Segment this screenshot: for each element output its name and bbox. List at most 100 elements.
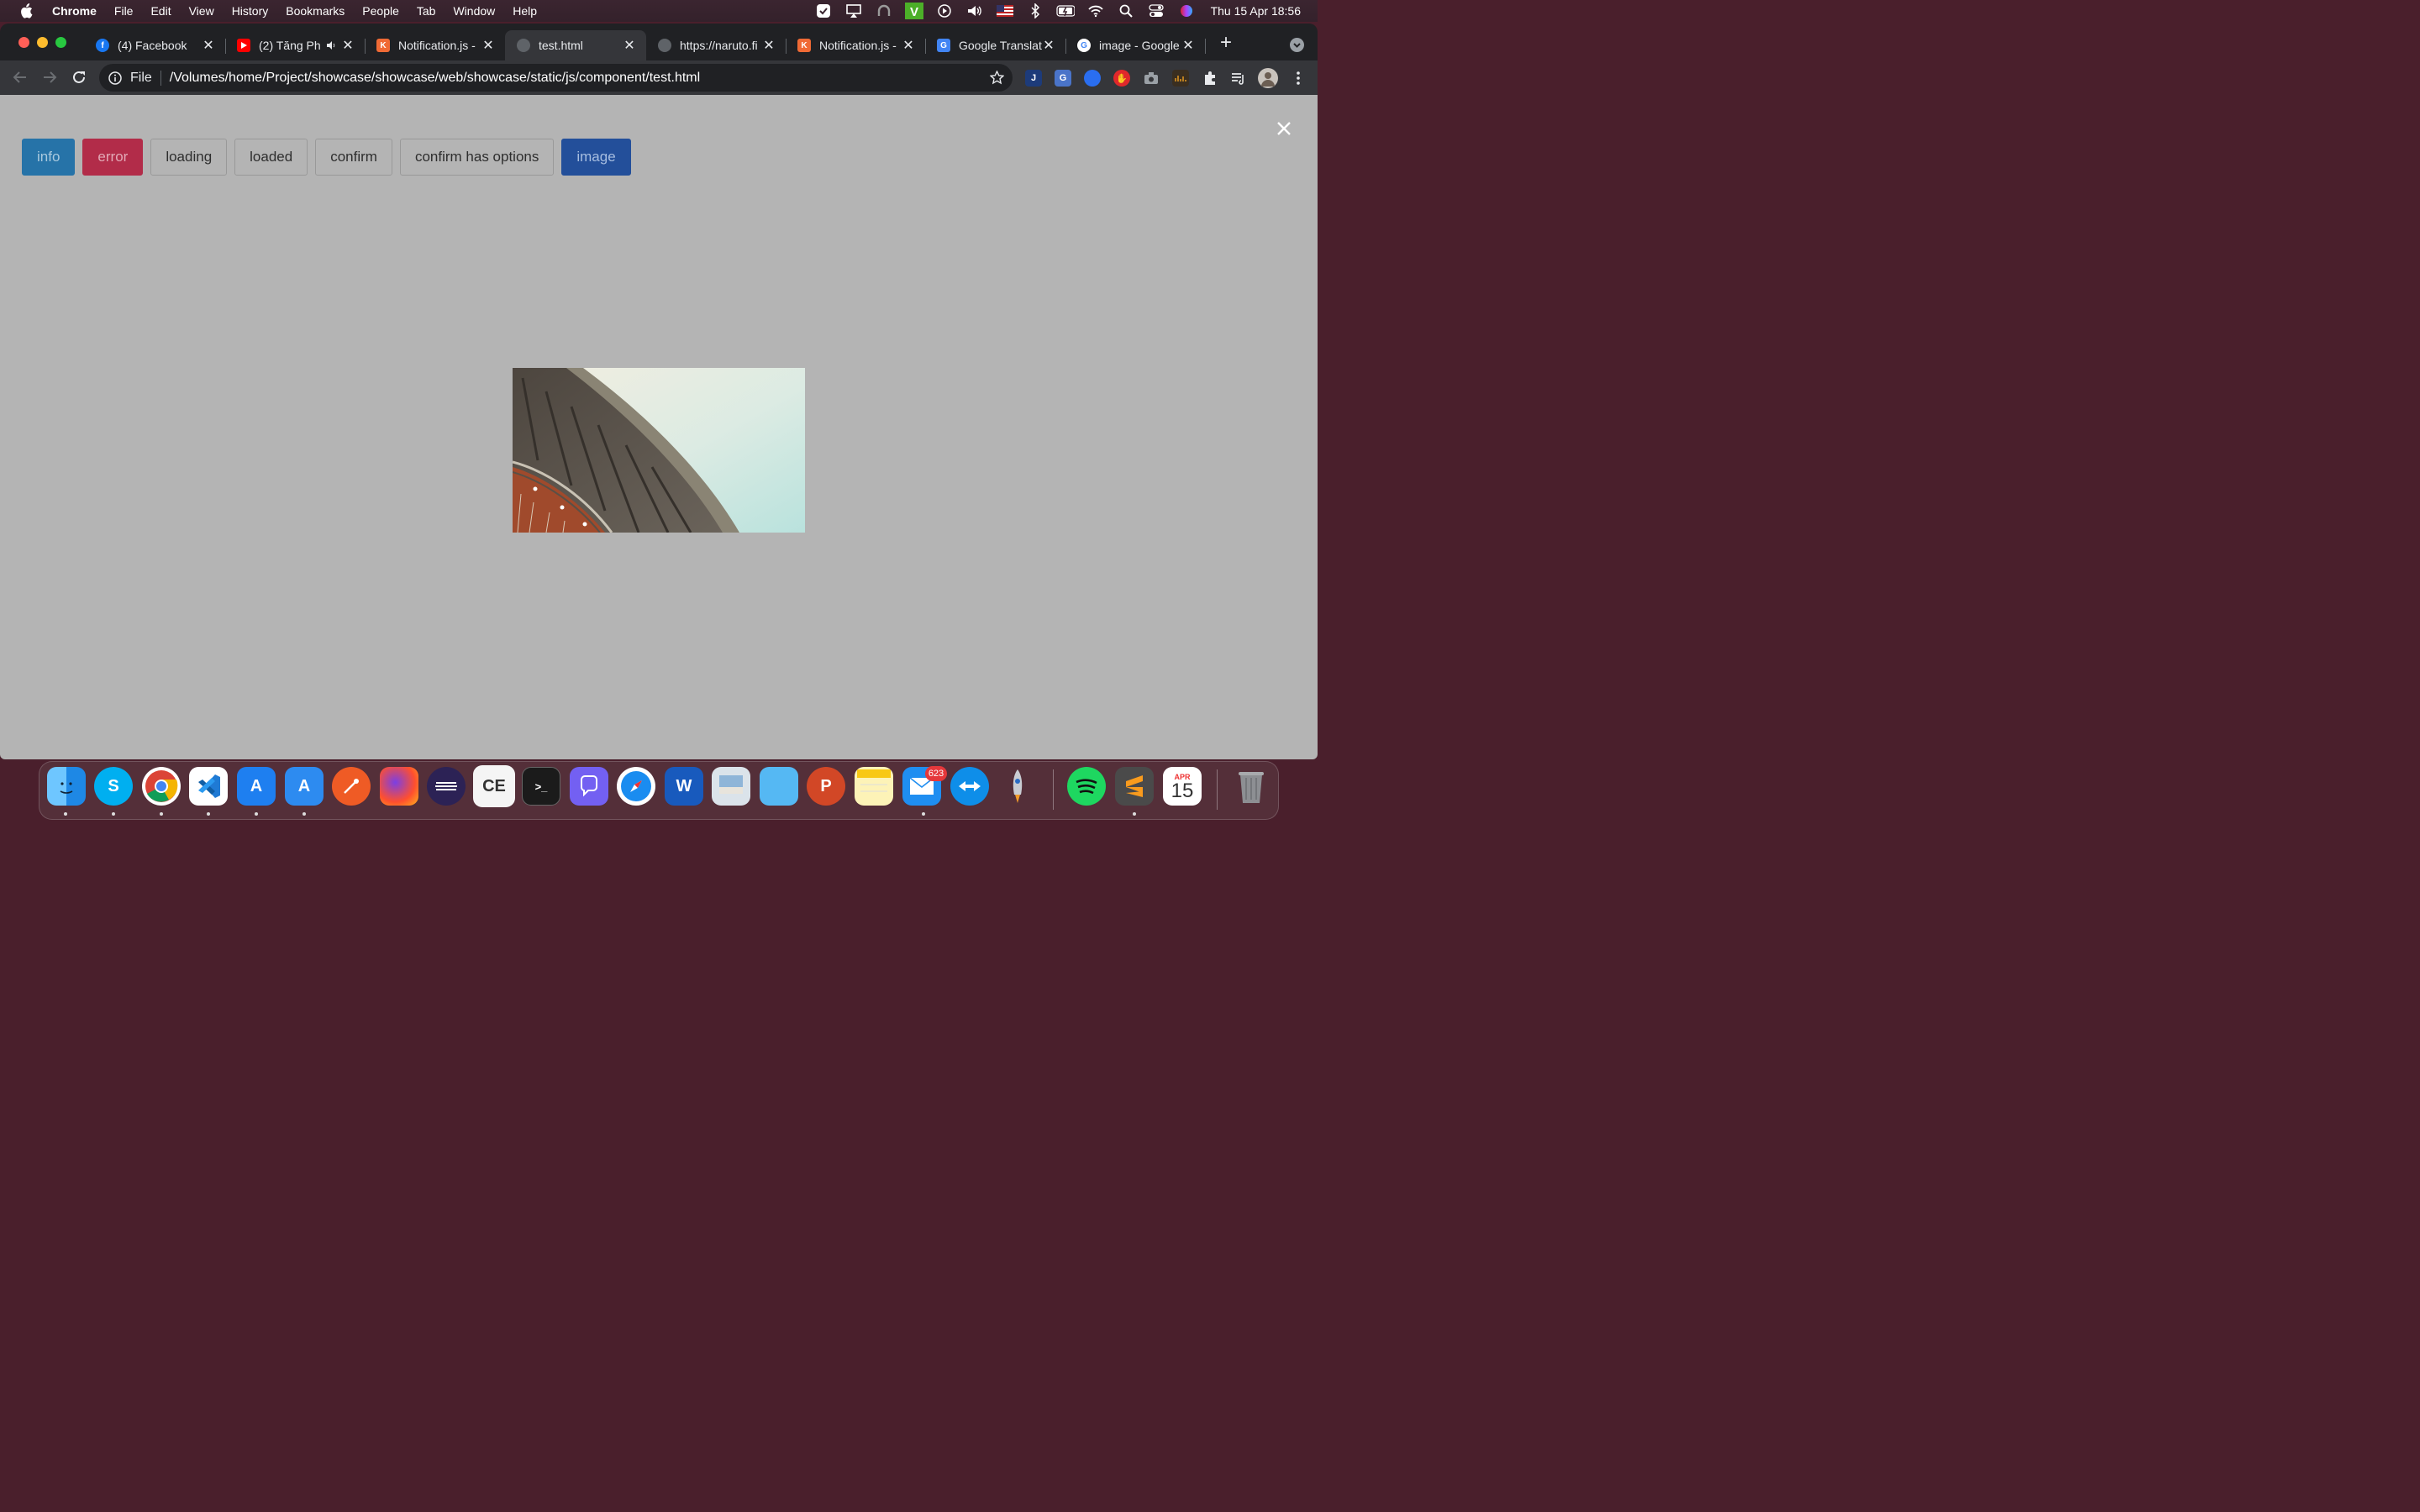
dock-finder[interactable] <box>47 767 86 806</box>
camera-extension-icon[interactable] <box>1143 70 1160 87</box>
dock-firefox[interactable] <box>380 767 418 806</box>
wifi-icon[interactable] <box>1086 3 1105 18</box>
tab-youtube[interactable]: (2) Tăng Ph ✕ <box>225 30 365 60</box>
play-icon[interactable] <box>935 3 954 18</box>
dock-chrome[interactable] <box>142 767 181 806</box>
dock-spotify[interactable] <box>1067 767 1106 806</box>
dock-safari[interactable] <box>617 767 655 806</box>
menu-file[interactable]: File <box>114 4 134 18</box>
dark-extension-icon[interactable] <box>1172 70 1189 87</box>
dock-files[interactable] <box>760 767 798 806</box>
dock-powerpoint[interactable]: P <box>807 767 845 806</box>
us-flag-icon[interactable] <box>996 3 1014 18</box>
confirm-button[interactable]: confirm <box>315 139 392 176</box>
close-window-button[interactable] <box>18 37 29 48</box>
menu-tab[interactable]: Tab <box>417 4 436 18</box>
dock-teamviewer[interactable] <box>950 767 989 806</box>
dock-rocket[interactable] <box>998 767 1037 806</box>
tab-google-image[interactable]: G image - Google ✕ <box>1065 30 1205 60</box>
svg-text:V: V <box>910 5 918 19</box>
dock-eclipse[interactable] <box>427 767 466 806</box>
close-icon[interactable]: ✕ <box>1181 37 1195 54</box>
dock-viber[interactable] <box>570 767 608 806</box>
close-icon[interactable]: ✕ <box>1042 37 1055 54</box>
back-icon[interactable] <box>12 69 29 86</box>
dock-xcode[interactable]: A <box>237 767 276 806</box>
dock-preview[interactable] <box>712 767 750 806</box>
close-icon[interactable]: ✕ <box>481 37 495 54</box>
info-button[interactable]: info <box>22 139 76 176</box>
apple-icon[interactable] <box>18 3 34 18</box>
new-tab-button[interactable]: + <box>1217 33 1235 53</box>
loaded-button[interactable]: loaded <box>234 139 308 176</box>
control-center-icon[interactable] <box>1147 3 1165 18</box>
status-tray: V Thu 15 Apr 18:56 <box>814 0 1318 22</box>
tab-search-button[interactable] <box>1290 38 1304 52</box>
minimize-window-button[interactable] <box>37 37 48 48</box>
close-icon[interactable]: ✕ <box>623 37 636 54</box>
menu-help[interactable]: Help <box>513 4 537 18</box>
vpn-extension-icon[interactable] <box>1084 70 1101 87</box>
loading-button[interactable]: loading <box>150 139 228 176</box>
siri-icon[interactable] <box>1177 3 1196 18</box>
preview-image <box>513 368 805 533</box>
bookmark-star-icon[interactable] <box>989 70 1005 85</box>
audio-playing-icon[interactable] <box>326 40 338 50</box>
dock-sublime-text[interactable] <box>1115 767 1154 806</box>
menu-bookmarks[interactable]: Bookmarks <box>286 4 345 18</box>
battery-icon[interactable] <box>1055 3 1075 18</box>
close-icon[interactable]: ✕ <box>341 37 355 54</box>
tab-notificationjs-2[interactable]: K Notification.js - ✕ <box>786 30 925 60</box>
dock-calendar[interactable]: APR 15 <box>1163 767 1202 806</box>
close-icon[interactable] <box>1276 120 1292 137</box>
tab-notificationjs[interactable]: K Notification.js - ✕ <box>365 30 505 60</box>
confirm-has-options-button[interactable]: confirm has options <box>399 139 555 176</box>
j-extension-icon[interactable]: J <box>1025 70 1042 87</box>
search-icon[interactable] <box>1117 3 1135 18</box>
menu-window[interactable]: Window <box>453 4 495 18</box>
more-icon[interactable] <box>1290 70 1307 87</box>
url-text[interactable]: /Volumes/home/Project/showcase/showcase/… <box>170 71 700 86</box>
dock-terminal[interactable]: >_ <box>522 767 560 806</box>
dock-postman[interactable] <box>332 767 371 806</box>
menu-edit[interactable]: Edit <box>150 4 171 18</box>
close-icon[interactable]: ✕ <box>902 37 915 54</box>
v-app-icon[interactable]: V <box>904 3 923 19</box>
google-icon: G <box>1077 39 1091 52</box>
reading-list-icon[interactable] <box>1230 70 1247 87</box>
tab-google-translate[interactable]: G Google Translat ✕ <box>925 30 1065 60</box>
dock-notes[interactable] <box>855 767 893 806</box>
dock-trash[interactable] <box>1232 767 1270 806</box>
volume-icon[interactable] <box>965 3 984 18</box>
dock-skype[interactable]: S <box>94 767 133 806</box>
reload-icon[interactable] <box>71 69 87 86</box>
menu-people[interactable]: People <box>362 4 399 18</box>
menu-history[interactable]: History <box>232 4 269 18</box>
checkmark-icon[interactable] <box>814 3 833 18</box>
site-info-icon[interactable] <box>108 71 122 85</box>
dock-cheat-engine[interactable]: CE <box>473 765 515 807</box>
dock-word[interactable]: W <box>665 767 703 806</box>
tab-test-html[interactable]: test.html ✕ <box>505 30 646 60</box>
address-bar[interactable]: File /Volumes/home/Project/showcase/show… <box>99 64 1013 92</box>
menu-app-name[interactable]: Chrome <box>52 4 97 18</box>
clock[interactable]: Thu 15 Apr 18:56 <box>1211 4 1301 18</box>
image-button[interactable]: image <box>561 139 631 176</box>
menu-view[interactable]: View <box>189 4 214 18</box>
puzzle-icon[interactable] <box>1202 70 1218 87</box>
forward-icon[interactable] <box>41 69 58 86</box>
translate-extension-icon[interactable]: G <box>1055 70 1071 87</box>
tab-facebook[interactable]: f (4) Facebook ✕ <box>84 30 225 60</box>
maximize-window-button[interactable] <box>55 37 66 48</box>
tab-naruto[interactable]: https://naruto.fi ✕ <box>646 30 786 60</box>
avatar[interactable] <box>1258 68 1278 88</box>
adblock-extension-icon[interactable]: ✋ <box>1113 70 1130 87</box>
close-icon[interactable]: ✕ <box>202 37 215 54</box>
airplay-icon[interactable] <box>844 3 863 18</box>
headphones-icon[interactable] <box>875 3 893 18</box>
error-button[interactable]: error <box>82 139 144 176</box>
close-icon[interactable]: ✕ <box>762 37 776 54</box>
dock-vscode[interactable] <box>189 767 228 806</box>
bluetooth-icon[interactable] <box>1026 3 1044 18</box>
dock-xcode-beta[interactable]: A <box>285 767 324 806</box>
